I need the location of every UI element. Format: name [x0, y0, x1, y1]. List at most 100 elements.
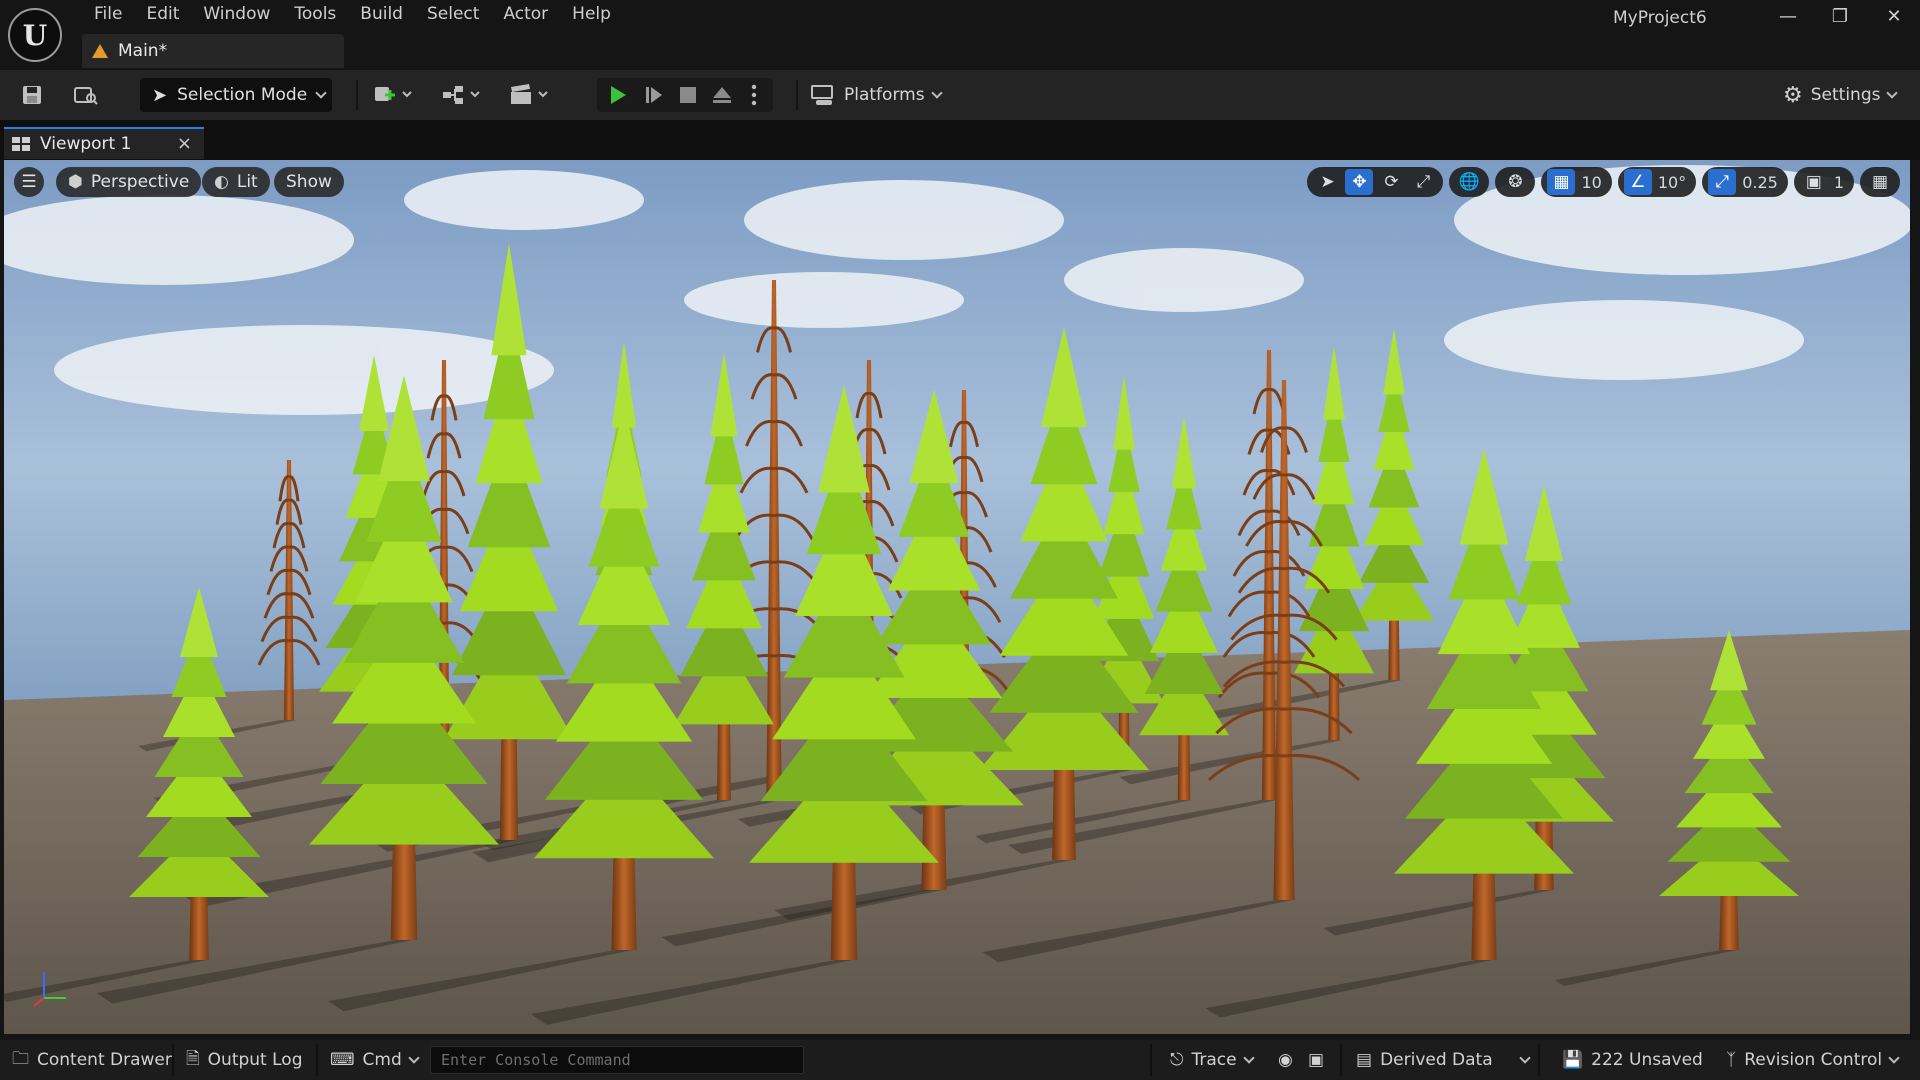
- translate-icon[interactable]: ✥: [1345, 169, 1374, 195]
- trace-label: Trace: [1191, 1050, 1237, 1070]
- cinematics-icon[interactable]: [506, 82, 552, 108]
- branch-icon: ᛉ: [1726, 1050, 1737, 1070]
- terminal-icon: ⌨: [330, 1050, 355, 1070]
- toolbar-divider: [356, 80, 358, 110]
- viewport-tab-label: Viewport 1: [40, 134, 132, 154]
- camera-speed-value: 1: [1833, 172, 1844, 192]
- scale-snap[interactable]: ⤢ 0.25: [1702, 167, 1788, 197]
- scale-snap-value: 0.25: [1742, 172, 1778, 192]
- cmd-label: Cmd: [362, 1050, 402, 1070]
- minimize-icon[interactable]: —: [1768, 2, 1808, 30]
- derived-data-dropdown[interactable]: ▤ Derived Data: [1356, 1040, 1531, 1080]
- settings-label: Settings: [1810, 85, 1881, 105]
- menu-tools[interactable]: Tools: [282, 0, 348, 30]
- scale-icon[interactable]: ⤢: [1409, 169, 1437, 195]
- rotate-icon[interactable]: ⟳: [1377, 169, 1405, 195]
- menu-actor[interactable]: Actor: [491, 0, 560, 30]
- add-actor-icon[interactable]: [370, 82, 416, 108]
- platforms-icon: [811, 85, 833, 105]
- status-divider: [1150, 1044, 1152, 1076]
- record-icon[interactable]: ◉: [1278, 1040, 1293, 1080]
- lit-label: Lit: [236, 172, 258, 192]
- document-tab-main[interactable]: Main*: [82, 34, 344, 68]
- play-options-icon[interactable]: [737, 78, 771, 112]
- eject-icon[interactable]: [705, 78, 739, 112]
- menu-select[interactable]: Select: [415, 0, 491, 30]
- chevron-down-icon: [1886, 87, 1899, 99]
- content-drawer-label: Content Drawer: [37, 1050, 172, 1070]
- revision-control-dropdown[interactable]: ᛉ Revision Control: [1726, 1040, 1900, 1080]
- transform-toolbar: ➤ ✥ ⟳ ⤢ 🌐 ❂ ▦ 10 ∠ 10° ⤢ 0.25 ▣ 1 ▦: [1307, 167, 1900, 197]
- chevron-down-icon: [930, 87, 943, 99]
- unsaved-button[interactable]: 💾 222 Unsaved: [1562, 1040, 1703, 1080]
- menu-file[interactable]: File: [82, 0, 134, 30]
- camera-speed[interactable]: ▣ 1: [1793, 167, 1854, 197]
- perspective-label: Perspective: [90, 172, 190, 192]
- select-icon[interactable]: ➤: [1313, 169, 1341, 195]
- main-toolbar: ➤ Selection Mode Platforms ⚙ Settings: [0, 70, 1920, 120]
- grid-snap[interactable]: ▦ 10: [1541, 167, 1612, 197]
- level-viewport[interactable]: ☰ ⬢ Perspective ◐ Lit Show ➤ ✥ ⟳ ⤢ 🌐 ❂ ▦…: [4, 160, 1910, 1034]
- perspective-button[interactable]: ⬢ Perspective: [56, 167, 202, 197]
- status-divider: [1340, 1044, 1342, 1076]
- save-icon[interactable]: [18, 82, 46, 108]
- menu-window[interactable]: Window: [191, 0, 282, 30]
- surface-snap-icon[interactable]: ❂: [1501, 169, 1529, 195]
- cmd-dropdown[interactable]: ⌨ Cmd: [330, 1040, 420, 1080]
- close-tab-icon[interactable]: ×: [177, 133, 192, 154]
- restore-icon[interactable]: ❐: [1820, 2, 1860, 30]
- project-name: MyProject6: [1613, 8, 1707, 28]
- stop-icon[interactable]: [671, 78, 705, 112]
- scene-render: [4, 160, 1910, 1034]
- trace-icon: ⎋: [1170, 1050, 1184, 1070]
- blueprint-icon[interactable]: [438, 82, 484, 108]
- rotation-snap-value: 10°: [1657, 172, 1687, 192]
- scale-snap-icon: ⤢: [1708, 169, 1737, 195]
- chevron-down-icon: [1518, 1052, 1531, 1064]
- chevron-down-icon: [408, 1052, 420, 1064]
- menu-edit[interactable]: Edit: [134, 0, 191, 30]
- play-icon[interactable]: [601, 78, 635, 112]
- show-button[interactable]: Show: [274, 167, 344, 197]
- output-log-button[interactable]: 🗎 Output Log: [186, 1040, 303, 1080]
- platforms-dropdown[interactable]: Platforms: [810, 80, 943, 110]
- rotation-snap[interactable]: ∠ 10°: [1617, 167, 1697, 197]
- console-command-input[interactable]: [430, 1046, 804, 1074]
- globe-icon[interactable]: 🌐: [1455, 169, 1483, 195]
- trace-dropdown[interactable]: ⎋ Trace: [1170, 1040, 1255, 1080]
- status-divider: [1538, 1044, 1540, 1076]
- platforms-label: Platforms: [844, 85, 925, 105]
- menu-build[interactable]: Build: [348, 0, 415, 30]
- screenshot-icon[interactable]: ▣: [1308, 1040, 1324, 1080]
- grid-icon: ▦: [1547, 169, 1576, 195]
- status-bar: 🗀 Content Drawer 🗎 Output Log ⌨ Cmd ⎋ Tr…: [0, 1040, 1920, 1080]
- browse-content-icon[interactable]: [72, 82, 100, 108]
- selection-mode-dropdown[interactable]: ➤ Selection Mode: [140, 78, 332, 112]
- viewport-tab-strip: Viewport 1 ×: [0, 120, 1920, 160]
- transform-tools: ➤ ✥ ⟳ ⤢: [1307, 167, 1444, 197]
- unreal-logo-icon[interactable]: U: [8, 8, 62, 62]
- settings-dropdown[interactable]: ⚙ Settings: [1783, 80, 1899, 110]
- coordinate-space: 🌐: [1449, 167, 1490, 197]
- status-divider: [172, 1044, 174, 1076]
- close-window-icon[interactable]: ✕: [1874, 2, 1914, 30]
- menu-help[interactable]: Help: [560, 0, 623, 30]
- viewport-tab[interactable]: Viewport 1 ×: [4, 127, 204, 159]
- viewport-options-icon[interactable]: ☰: [14, 167, 44, 197]
- angle-icon: ∠: [1623, 169, 1652, 195]
- content-drawer-button[interactable]: 🗀 Content Drawer: [12, 1040, 172, 1080]
- chevron-down-icon: [315, 87, 327, 99]
- lit-button[interactable]: ◐ Lit: [202, 167, 270, 197]
- viewport-icon: [12, 137, 30, 151]
- camera-icon: ▣: [1805, 172, 1822, 192]
- grid-snap-value: 10: [1581, 172, 1602, 192]
- toolbar-divider: [796, 80, 798, 110]
- advance-frame-icon[interactable]: [637, 78, 671, 112]
- output-log-label: Output Log: [207, 1050, 303, 1070]
- show-label: Show: [286, 172, 332, 192]
- log-icon: 🗎: [186, 1048, 200, 1069]
- database-icon: ▤: [1356, 1050, 1373, 1070]
- maximize-viewport-icon[interactable]: ▦: [1866, 169, 1894, 195]
- selection-mode-label: Selection Mode: [177, 85, 308, 105]
- cube-icon: ⬢: [68, 172, 83, 192]
